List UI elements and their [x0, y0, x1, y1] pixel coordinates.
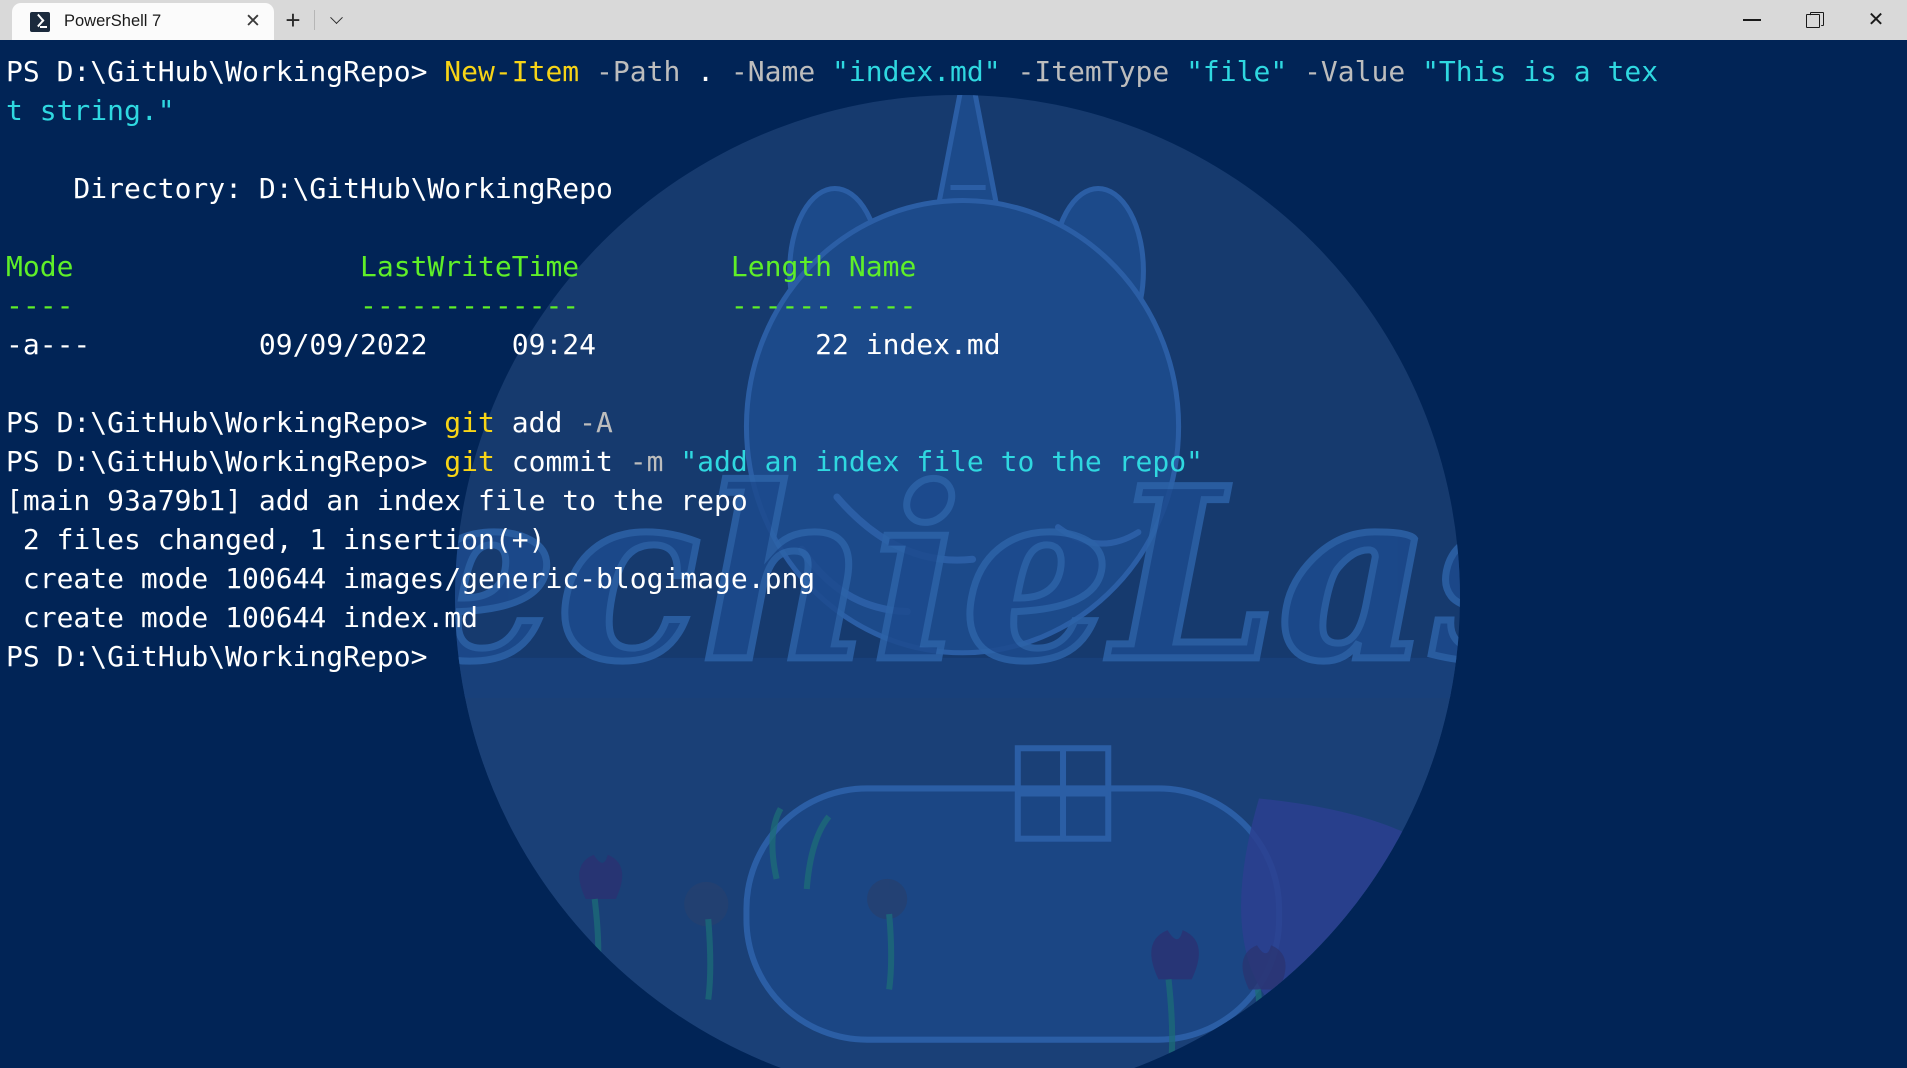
- console-segment: 2 files changed, 1 insertion(+): [6, 523, 546, 556]
- window-titlebar: PowerShell 7 ✕ + ✕: [0, 0, 1907, 40]
- console-segment: -Value: [1287, 55, 1423, 88]
- restore-button[interactable]: [1783, 0, 1845, 40]
- tab-dropdown-chevron-down-icon[interactable]: [317, 3, 355, 37]
- console-segment: Directory: D:\GitHub\WorkingRepo: [6, 172, 613, 205]
- console-segment: -a--- 09/09/2022 09:24 22 index.md: [6, 328, 1001, 361]
- close-tab-icon[interactable]: ✕: [238, 7, 268, 37]
- console-segment: Mode LastWriteTime Length Name: [6, 250, 917, 283]
- console-segment: -m: [612, 445, 681, 478]
- console-segment: ---- ------------- ------ ----: [6, 289, 917, 322]
- terminal-surface[interactable]: TechieLass PS D:\GitHub\WorkingRepo> New…: [0, 40, 1907, 1068]
- console-segment: "index.md": [832, 55, 1001, 88]
- console-segment: PS D:\GitHub\WorkingRepo>: [6, 55, 445, 88]
- restore-icon: [1806, 12, 1822, 28]
- console-line-table-rule: ---- ------------- ------ ----: [6, 286, 1907, 325]
- console-segment: commit: [494, 445, 613, 478]
- titlebar-drag-region: [355, 39, 1721, 40]
- console-segment: -A: [562, 406, 613, 439]
- new-tab-icon[interactable]: +: [274, 3, 312, 37]
- console-line-table-row-index-md: -a--- 09/09/2022 09:24 22 index.md: [6, 325, 1907, 364]
- console-segment: PS D:\GitHub\WorkingRepo>: [6, 640, 428, 673]
- console-segment: t string.": [6, 94, 175, 127]
- console-segment: PS D:\GitHub\WorkingRepo>: [6, 445, 445, 478]
- console-segment: git: [444, 445, 495, 478]
- console-line-blank-2: [6, 208, 1907, 247]
- console-line-cmd-new-item: PS D:\GitHub\WorkingRepo> New-Item -Path…: [6, 52, 1907, 91]
- window-controls: ✕: [1721, 0, 1907, 40]
- console-output[interactable]: PS D:\GitHub\WorkingRepo> New-Item -Path…: [0, 40, 1907, 676]
- console-line-out-create-image: create mode 100644 images/generic-blogim…: [6, 559, 1907, 598]
- console-segment: git: [444, 406, 495, 439]
- console-segment: "file": [1186, 55, 1288, 88]
- console-line-blank-3: [6, 364, 1907, 403]
- console-segment: create mode 100644 index.md: [6, 601, 479, 634]
- console-line-cmd-git-commit: PS D:\GitHub\WorkingRepo> git commit -m …: [6, 442, 1907, 481]
- tab-title: PowerShell 7: [64, 12, 162, 30]
- console-segment: -ItemType: [1000, 55, 1187, 88]
- close-window-button[interactable]: ✕: [1845, 0, 1907, 40]
- console-segment: New-Item: [444, 55, 580, 88]
- console-line-out-files-changed: 2 files changed, 1 insertion(+): [6, 520, 1907, 559]
- console-line-directory-header: Directory: D:\GitHub\WorkingRepo: [6, 169, 1907, 208]
- console-segment: PS D:\GitHub\WorkingRepo>: [6, 406, 445, 439]
- console-line-blank-1: [6, 130, 1907, 169]
- console-line-out-commit-summary: [main 93a79b1] add an index file to the …: [6, 481, 1907, 520]
- console-segment: -Name: [714, 55, 833, 88]
- console-segment: [main 93a79b1] add an index file to the …: [6, 484, 748, 517]
- console-line-cmd-new-item-wrap: t string.": [6, 91, 1907, 130]
- console-line-cmd-git-add: PS D:\GitHub\WorkingRepo> git add -A: [6, 403, 1907, 442]
- console-segment: -Path: [579, 55, 698, 88]
- console-segment: create mode 100644 images/generic-blogim…: [6, 562, 816, 595]
- console-segment: "This is a tex: [1422, 55, 1659, 88]
- console-segment: .: [697, 55, 715, 88]
- console-line-out-create-index: create mode 100644 index.md: [6, 598, 1907, 637]
- console-line-table-header: Mode LastWriteTime Length Name: [6, 247, 1907, 286]
- minimize-icon: [1743, 19, 1761, 21]
- minimize-button[interactable]: [1721, 0, 1783, 40]
- console-line-prompt-final: PS D:\GitHub\WorkingRepo>: [6, 637, 1907, 676]
- tabbar-divider: [314, 10, 315, 30]
- powershell-icon: [30, 11, 50, 32]
- tabbar-actions: +: [274, 3, 355, 40]
- console-segment: "add an index file to the repo": [680, 445, 1203, 478]
- chevron-down-glyph: [329, 10, 343, 24]
- console-segment: add: [494, 406, 563, 439]
- terminal-tab-powershell-7[interactable]: PowerShell 7 ✕: [12, 3, 274, 40]
